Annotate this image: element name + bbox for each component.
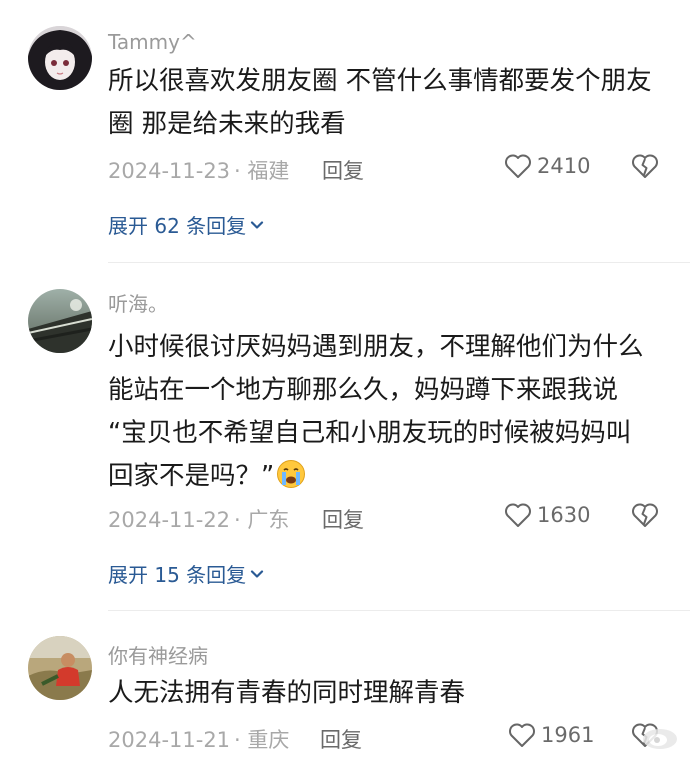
comment-date: 2024-11-22 xyxy=(108,508,231,532)
comment-item: 你有神经病 人无法拥有青春的同时理解青春 2024-11-21 · 重庆 回复 1… xyxy=(0,610,690,761)
comment-text: 人无法拥有青春的同时理解青春 xyxy=(108,672,668,715)
heart-icon xyxy=(509,723,535,747)
comment-line: 回家不是吗？” xyxy=(108,455,668,503)
like-count: 2410 xyxy=(537,154,591,178)
comment-date: 2024-11-23 xyxy=(108,159,231,183)
crying-face-emoji xyxy=(276,459,306,503)
comment-meta: 2024-11-23 · 福建 xyxy=(108,155,289,185)
comment-text: 所以很喜欢发朋友圈 不管什么事情都要发个朋友 圈 那是给未来的我看 xyxy=(108,60,668,146)
broken-heart-icon xyxy=(632,154,658,178)
expand-replies-label: 展开 62 条回复 xyxy=(108,214,247,238)
heart-icon xyxy=(505,154,531,178)
avatar[interactable] xyxy=(28,26,92,90)
like-button[interactable]: 1630 xyxy=(503,501,590,529)
comment-text: 小时候很讨厌妈妈遇到朋友，不理解他们为什么 能站在一个地方聊那么久，妈妈蹲下来跟… xyxy=(108,326,668,503)
comment-line: 圈 那是给未来的我看 xyxy=(108,109,346,139)
comment-line-text: 回家不是吗？” xyxy=(108,461,275,491)
comment-item: Tammy^ 所以很喜欢发朋友圈 不管什么事情都要发个朋友 圈 那是给未来的我看… xyxy=(0,0,690,262)
comment-line: 人无法拥有青春的同时理解青春 xyxy=(108,678,466,708)
comment-location: · 广东 xyxy=(234,508,290,532)
expand-replies-button[interactable]: 展开 15 条回复 xyxy=(108,559,266,588)
expand-replies-button[interactable]: 展开 62 条回复 xyxy=(108,210,266,239)
username[interactable]: 你有神经病 xyxy=(108,640,208,669)
comment-location: · 福建 xyxy=(234,159,290,183)
avatar[interactable] xyxy=(28,636,92,700)
heart-icon xyxy=(505,503,531,527)
like-count: 1630 xyxy=(537,503,591,527)
avatar[interactable] xyxy=(28,289,92,353)
reply-button[interactable]: 回复 xyxy=(322,155,364,185)
comment-meta: 2024-11-21 · 重庆 xyxy=(108,724,289,754)
reply-button[interactable]: 回复 xyxy=(322,504,364,534)
dislike-button[interactable] xyxy=(630,152,660,184)
comment-meta: 2024-11-22 · 广东 xyxy=(108,504,289,534)
dislike-button[interactable] xyxy=(630,501,660,533)
expand-replies-label: 展开 15 条回复 xyxy=(108,563,247,587)
like-button[interactable]: 2410 xyxy=(503,152,590,180)
broken-heart-icon xyxy=(632,503,658,527)
comment-line: “宝贝也不希望自己和小朋友玩的时候被妈妈叫 xyxy=(108,418,632,448)
like-button[interactable]: 1961 xyxy=(507,721,594,749)
comment-line: 小时候很讨厌妈妈遇到朋友，不理解他们为什么 xyxy=(108,332,644,362)
username[interactable]: Tammy^ xyxy=(108,30,197,54)
reply-button[interactable]: 回复 xyxy=(320,724,362,754)
like-count: 1961 xyxy=(541,723,595,747)
chevron-down-icon xyxy=(251,569,264,578)
comment-line: 能站在一个地方聊那么久，妈妈蹲下来跟我说 xyxy=(108,375,619,405)
chevron-down-icon xyxy=(251,220,264,229)
comment-line: 所以很喜欢发朋友圈 不管什么事情都要发个朋友 xyxy=(108,66,652,96)
comment-feed: Tammy^ 所以很喜欢发朋友圈 不管什么事情都要发个朋友 圈 那是给未来的我看… xyxy=(0,0,690,761)
watermark-logo xyxy=(640,725,680,755)
comment-item: 听海。 小时候很讨厌妈妈遇到朋友，不理解他们为什么 能站在一个地方聊那么久，妈妈… xyxy=(0,262,690,610)
username[interactable]: 听海。 xyxy=(108,288,168,317)
comment-location: · 重庆 xyxy=(234,728,290,752)
comment-date: 2024-11-21 xyxy=(108,728,231,752)
